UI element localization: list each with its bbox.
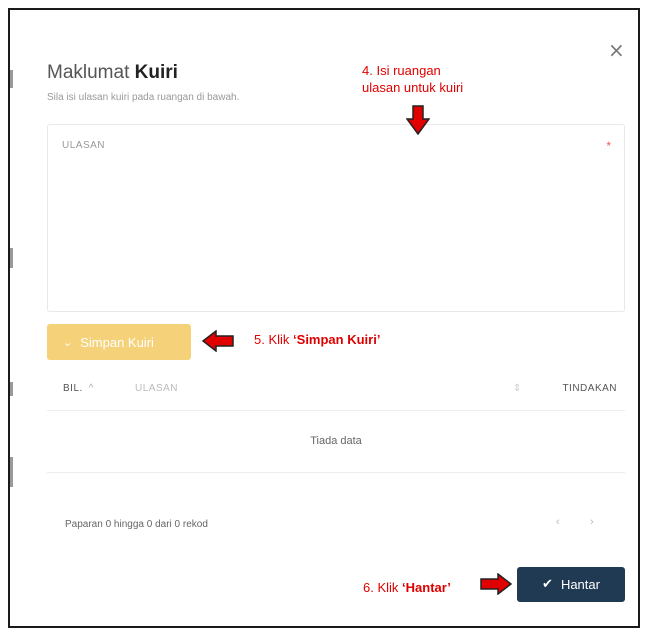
annotation-step-6-bold: ‘Hantar’ <box>402 580 451 595</box>
pagination-summary: Paparan 0 hingga 0 dari 0 rekod <box>65 519 208 530</box>
column-bil-label: BIL. <box>63 383 83 394</box>
chevron-left-icon[interactable]: ‹ <box>556 516 560 528</box>
annotation-step-6-prefix: 6. Klik <box>363 580 399 595</box>
annotation-step-5-bold: ‘Simpan Kuiri’ <box>293 332 381 347</box>
submit-button[interactable]: ✔ Hantar <box>517 567 625 602</box>
modal-title-bold: Kuiri <box>134 62 178 83</box>
chevron-down-icon: ⌄ <box>63 336 73 349</box>
submit-label: Hantar <box>560 577 600 592</box>
arrow-down-icon <box>406 105 430 135</box>
screenshot-frame: × Maklumat Kuiri Sila isi ulasan kuiri p… <box>8 8 640 628</box>
review-textarea[interactable]: ULASAN * <box>47 124 625 312</box>
table-empty-row: Tiada data <box>47 410 625 473</box>
empty-table-text: Tiada data <box>310 435 362 447</box>
modal-subtitle: Sila isi ulasan kuiri pada ruangan di ba… <box>47 92 240 103</box>
save-query-button[interactable]: ⌄ Simpan Kuiri <box>47 324 191 360</box>
close-icon[interactable]: × <box>608 40 625 60</box>
save-query-label: Simpan Kuiri <box>80 334 154 350</box>
annotation-step-6: 6. Klik ‘Hantar’ <box>363 579 451 596</box>
required-marker: * <box>606 139 611 153</box>
column-header-tindakan: TINDAKAN <box>562 383 617 394</box>
check-icon: ✔ <box>542 577 553 592</box>
annotation-step-4: 4. Isi ruangan ulasan untuk kuiri <box>362 62 463 96</box>
chevron-right-icon[interactable]: › <box>590 516 594 528</box>
annotation-step-4-line2: ulasan untuk kuiri <box>362 80 464 95</box>
annotation-step-5-prefix: 5. Klik <box>254 332 290 347</box>
column-header-bil[interactable]: BIL. ^ <box>63 383 94 394</box>
annotation-step-5: 5. Klik ‘Simpan Kuiri’ <box>254 331 380 348</box>
modal-title: Maklumat Kuiri <box>47 62 178 84</box>
review-field-label: ULASAN <box>62 140 106 151</box>
modal-title-prefix: Maklumat <box>47 62 130 83</box>
query-modal: × Maklumat Kuiri Sila isi ulasan kuiri p… <box>10 10 638 626</box>
arrow-right-icon <box>480 573 512 595</box>
annotation-step-4-line1: 4. Isi ruangan <box>362 63 441 78</box>
sort-asc-icon: ^ <box>88 383 94 394</box>
arrow-left-icon <box>202 330 234 352</box>
table-header: BIL. ^ ULASAN ⇕ TINDAKAN <box>47 368 625 411</box>
column-header-ulasan[interactable]: ULASAN <box>135 383 178 394</box>
sort-icon[interactable]: ⇕ <box>513 383 522 394</box>
